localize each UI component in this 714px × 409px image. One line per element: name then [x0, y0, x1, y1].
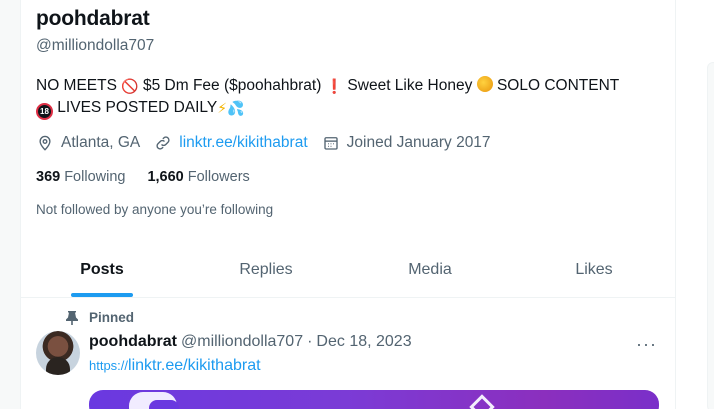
pinned-label: Pinned [89, 310, 135, 325]
profile-joined: Joined January 2017 [322, 134, 491, 152]
not-followed-notice: Not followed by anyone you’re following [36, 202, 274, 217]
tab-label: Likes [575, 261, 613, 278]
location-text: Atlanta, GA [61, 134, 141, 151]
tweet-header: poohdabrat @milliondolla707 · Dec 18, 20… [89, 333, 412, 351]
calendar-icon [323, 137, 338, 150]
tweet-avatar[interactable] [36, 331, 80, 375]
bio-text: LIVES POSTED DAILY [53, 99, 218, 116]
tweet-date[interactable]: Dec 18, 2023 [316, 333, 411, 351]
honey-pot-emoji-icon [476, 76, 493, 92]
tab-posts[interactable]: Posts [20, 248, 184, 297]
profile-website[interactable]: linktr.ee/kikithabrat [154, 134, 308, 152]
pinned-indicator: Pinned [66, 310, 134, 325]
following-label: Following [64, 169, 126, 185]
bio-text: $5 Dm Fee ($poohahbrat) [138, 77, 326, 94]
tab-label: Replies [239, 261, 293, 278]
media-shape [149, 400, 179, 409]
lightning-emoji-icon: ⚡ [217, 100, 228, 116]
no-entry-emoji-icon: 🚫 [121, 78, 139, 94]
droplets-emoji-icon: 💦 [227, 100, 245, 116]
profile-handle: @milliondolla707 [36, 37, 155, 54]
tweet-link[interactable]: https://linktr.ee/kikithabrat [89, 357, 261, 375]
more-horizontal-icon[interactable]: ··· [636, 334, 657, 355]
profile-display-name: poohdabrat [36, 7, 150, 30]
profile-location: Atlanta, GA [36, 134, 140, 152]
tweet-link-text: linktr.ee/kikithabrat [128, 357, 261, 374]
profile-tabs: Posts Replies Media Likes [20, 248, 676, 298]
bio-text: SOLO CONTENT [492, 77, 620, 94]
location-pin-icon [39, 135, 51, 151]
followers-label: Followers [187, 169, 250, 185]
followers-link[interactable]: 1,660 Followers [147, 169, 249, 185]
exclamation-emoji-icon: ❗ [325, 78, 344, 94]
website-link[interactable]: linktr.ee/kikithabrat [179, 134, 307, 152]
avatar-figure [46, 357, 70, 375]
tweet-author-handle[interactable]: @milliondolla707 [181, 333, 303, 351]
follow-stats: 369 Following 1,660 Followers [36, 169, 272, 185]
media-shape [469, 394, 495, 409]
right-sidebar-card-edge [707, 62, 714, 409]
tab-replies[interactable]: Replies [184, 248, 348, 297]
tweet-author-name[interactable]: poohdabrat [89, 333, 177, 351]
tab-label: Posts [80, 261, 124, 278]
active-tab-indicator [71, 293, 133, 297]
link-icon [156, 136, 170, 150]
profile-bio: NO MEETS 🚫 $5 Dm Fee ($poohahbrat) ❗ Swe… [36, 75, 666, 120]
bio-text: Sweet Like Honey [343, 77, 477, 94]
following-count: 369 [36, 169, 61, 185]
joined-text: Joined January 2017 [346, 134, 491, 151]
pin-icon [66, 310, 78, 325]
bio-text: NO MEETS [36, 77, 122, 94]
tweet-link-scheme: https:// [89, 358, 129, 373]
tweet-media-preview[interactable] [89, 390, 659, 409]
followers-count: 1,660 [147, 169, 184, 185]
profile-meta-row: Atlanta, GA linktr.ee/kikithabrat Joined… [36, 132, 505, 154]
eighteen-emoji-icon: 18 [36, 103, 53, 120]
tweet-separator: · [307, 333, 313, 350]
tab-media[interactable]: Media [348, 248, 512, 297]
tab-likes[interactable]: Likes [512, 248, 676, 297]
following-link[interactable]: 369 Following [36, 169, 125, 185]
tab-label: Media [408, 261, 452, 278]
